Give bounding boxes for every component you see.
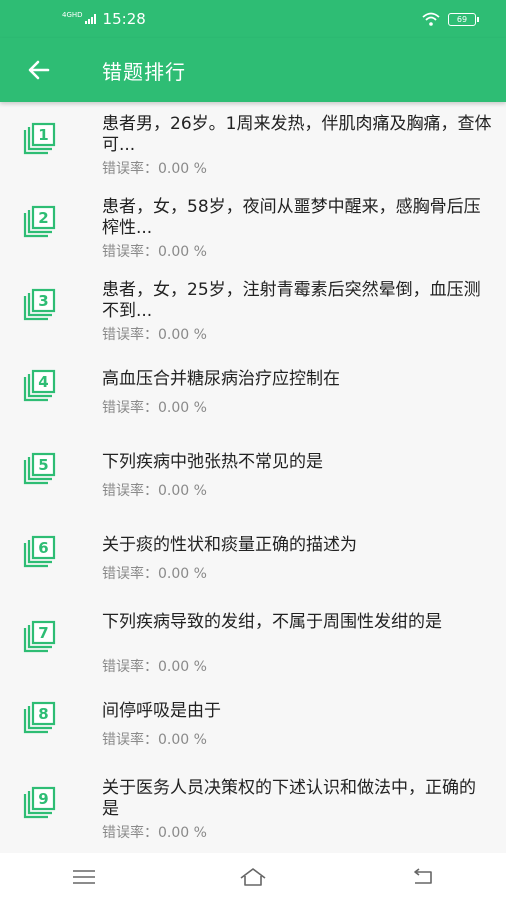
question-number-badge-icon: 8 [22,701,56,735]
question-text: 关于医务人员决策权的下述认识和做法中，正确的是 [102,778,476,819]
error-rate-value: ：0.00 % [144,659,207,675]
error-rate: 错误率：0.00 % [102,729,207,749]
error-rate: 错误率：0.00 % [102,656,207,676]
question-text: 患者，女，58岁，夜间从噩梦中醒来，感胸骨后压榨性... [102,197,481,238]
question-text: 患者男，26岁。1周来发热，伴肌肉痛及胸痛，查体可... [102,114,492,155]
error-rate-value: ：0.00 % [144,483,207,499]
question-number: 3 [38,292,48,310]
question-row[interactable]: 2 患者，女，58岁，夜间从噩梦中醒来，感胸骨后压榨性... 错误率：0.00 % [0,193,506,276]
return-icon[interactable] [407,865,437,889]
question-number: 4 [38,373,48,391]
error-rate: 错误率：0.00 % [102,324,207,344]
status-left: 4GHD 15:28 [62,10,146,28]
question-row[interactable]: 7 下列疾病导致的发绀，不属于周围性发绀的是 错误率：0.00 % [0,608,506,691]
page-title: 错题排行 [102,59,186,84]
question-text: 关于痰的性状和痰量正确的描述为 [102,535,357,555]
question-row[interactable]: 1 患者男，26岁。1周来发热，伴肌肉痛及胸痛，查体可... 错误率：0.00 % [0,110,506,193]
question-text: 间停呼吸是由于 [102,701,221,721]
error-rate-value: ：0.00 % [144,327,207,343]
question-number: 7 [38,624,48,642]
question-number-badge-icon: 1 [22,122,56,156]
error-rate-value: ：0.00 % [144,400,207,416]
question-number: 2 [38,209,48,227]
error-rate-label: 错误率 [102,483,144,499]
error-rate-label: 错误率 [102,400,144,416]
question-text: 下列疾病导致的发绀，不属于周围性发绀的是 [102,612,442,632]
error-rate-value: ：0.00 % [144,566,207,582]
menu-icon[interactable] [69,865,99,889]
question-row[interactable]: 3 患者，女，25岁，注射青霉素后突然晕倒，血压测不到... 错误率：0.00 % [0,276,506,359]
question-number-badge-icon: 9 [22,786,56,820]
signal-icon [84,14,97,24]
error-rate-label: 错误率 [102,659,144,675]
question-row[interactable]: 8 间停呼吸是由于 错误率：0.00 % [0,691,506,774]
question-number: 1 [38,126,48,144]
question-row[interactable]: 9 关于医务人员决策权的下述认识和做法中，正确的是错误率：0.00 % [0,774,506,857]
error-rate: 错误率：0.00 % [102,397,207,417]
error-rate-label: 错误率 [102,732,144,748]
question-number-badge-icon: 6 [22,535,56,569]
arrow-left-icon[interactable] [26,57,52,83]
question-number-badge-icon: 3 [22,288,56,322]
battery-icon: 69 [448,12,479,26]
error-rate-value: ：0.00 % [144,825,207,841]
network-type: 4GHD [62,10,83,19]
error-rate-label: 错误率 [102,244,144,260]
question-text: 下列疾病中弛张热不常见的是 [102,452,323,472]
battery-level: 69 [456,14,468,24]
question-row[interactable]: 5 下列疾病中弛张热不常见的是 错误率：0.00 % [0,442,506,525]
error-rate: 错误率：0.00 % [102,158,207,178]
question-number: 9 [38,790,48,808]
error-rate-value: ：0.00 % [144,732,207,748]
question-number-badge-icon: 7 [22,620,56,654]
status-time: 15:28 [102,10,146,28]
wifi-icon [422,12,440,26]
question-text: 患者，女，25岁，注射青霉素后突然晕倒，血压测不到... [102,280,481,321]
question-row[interactable]: 4 高血压合并糖尿病治疗应控制在 错误率：0.00 % [0,359,506,442]
error-rate: 错误率：0.00 % [102,480,207,500]
error-rate: 错误率：0.00 % [102,241,207,261]
app-bar: 错题排行 [0,38,506,102]
question-row[interactable]: 6 关于痰的性状和痰量正确的描述为 错误率：0.00 % [0,525,506,608]
question-number: 6 [38,539,48,557]
question-text: 高血压合并糖尿病治疗应控制在 [102,369,340,389]
home-icon[interactable] [238,865,268,889]
error-rate-value: ：0.00 % [144,244,207,260]
question-number: 5 [38,456,48,474]
error-rate-label: 错误率 [102,566,144,582]
error-rate-value: ：0.00 % [144,161,207,177]
question-number: 8 [38,705,48,723]
question-number-badge-icon: 2 [22,205,56,239]
error-rate-label: 错误率 [102,327,144,343]
status-right: 69 [422,12,479,26]
question-number-badge-icon: 4 [22,369,56,403]
error-rate-label: 错误率 [102,161,144,177]
error-rate: 错误率：0.00 % [102,563,207,583]
error-rate: 错误率：0.00 % [102,822,207,842]
question-number-badge-icon: 5 [22,452,56,486]
error-rate-label: 错误率 [102,825,144,841]
status-bar: 4GHD 15:28 69 [0,0,506,38]
system-nav-bar [0,853,506,900]
